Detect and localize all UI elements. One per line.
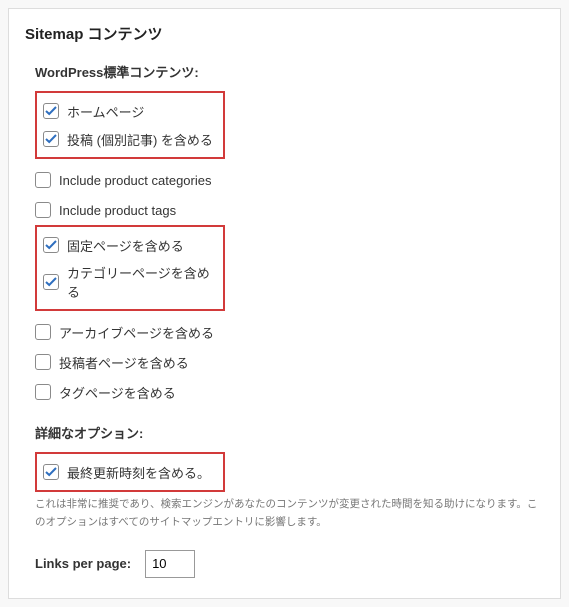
standard-section-label: WordPress標準コンテンツ:: [35, 62, 544, 81]
option-label: Include product tags: [59, 203, 176, 218]
highlight-box-3: 最終更新時刻を含める。: [35, 452, 225, 492]
advanced-section-label: 詳細なオプション:: [35, 423, 544, 442]
advanced-help-text: これは非常に推奨であり、検索エンジンがあなたのコンテンツが変更された時間を知る助…: [35, 496, 544, 532]
option-product-tags: Include product tags: [35, 195, 544, 225]
option-posts: 投稿 (個別記事) を含める: [43, 125, 217, 153]
highlight-box-2: 固定ページを含める カテゴリーページを含める: [35, 225, 225, 311]
checkbox-product-categories[interactable]: [35, 172, 51, 188]
option-label: アーカイブページを含める: [59, 323, 214, 342]
advanced-options: 最終更新時刻を含める。: [35, 452, 544, 492]
standard-options: ホームページ 投稿 (個別記事) を含める Include product ca…: [35, 91, 544, 407]
option-label: 投稿者ページを含める: [59, 353, 189, 372]
panel-title: Sitemap コンテンツ: [25, 23, 544, 44]
option-last-modified: 最終更新時刻を含める。: [43, 458, 217, 486]
option-label: タグページを含める: [59, 383, 176, 402]
links-per-page-row: Links per page:: [35, 550, 544, 578]
highlight-box-1: ホームページ 投稿 (個別記事) を含める: [35, 91, 225, 159]
option-label: 投稿 (個別記事) を含める: [67, 130, 213, 149]
checkbox-categories[interactable]: [43, 274, 59, 290]
checkbox-tags[interactable]: [35, 384, 51, 400]
checkbox-pages[interactable]: [43, 237, 59, 253]
option-label: Include product categories: [59, 173, 211, 188]
checkbox-product-tags[interactable]: [35, 202, 51, 218]
option-homepage: ホームページ: [43, 97, 217, 125]
checkbox-last-modified[interactable]: [43, 464, 59, 480]
option-authors: 投稿者ページを含める: [35, 347, 544, 377]
option-archives: アーカイブページを含める: [35, 317, 544, 347]
option-label: ホームページ: [67, 102, 144, 121]
links-per-page-label: Links per page:: [35, 556, 131, 571]
checkbox-posts[interactable]: [43, 131, 59, 147]
option-label: 最終更新時刻を含める。: [67, 463, 210, 482]
checkbox-authors[interactable]: [35, 354, 51, 370]
links-per-page-input[interactable]: [145, 550, 195, 578]
sitemap-contents-panel: Sitemap コンテンツ WordPress標準コンテンツ: ホームページ 投…: [8, 8, 561, 599]
checkbox-archives[interactable]: [35, 324, 51, 340]
option-product-categories: Include product categories: [35, 165, 544, 195]
option-pages: 固定ページを含める: [43, 231, 217, 259]
option-label: カテゴリーページを含める: [67, 263, 217, 301]
option-categories: カテゴリーページを含める: [43, 259, 217, 305]
option-label: 固定ページを含める: [67, 236, 184, 255]
checkbox-homepage[interactable]: [43, 103, 59, 119]
option-tags: タグページを含める: [35, 377, 544, 407]
